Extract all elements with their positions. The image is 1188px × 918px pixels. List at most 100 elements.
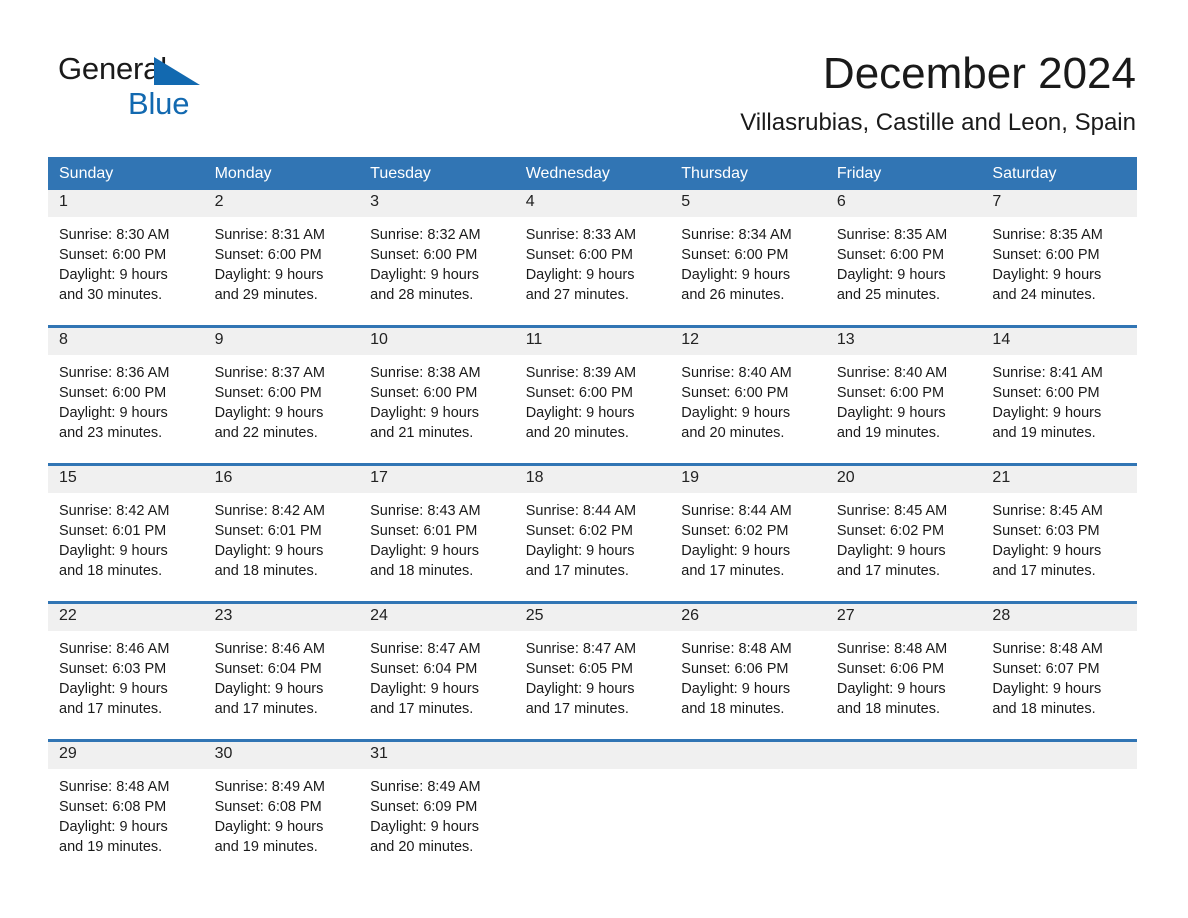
calendar-day-cell[interactable]: 9 Sunrise: 8:37 AM Sunset: 6:00 PM Daylight…: [204, 331, 360, 463]
sunrise-text: Sunrise: 8:42 AM: [59, 503, 170, 519]
sunrise-text: Sunrise: 8:40 AM: [836, 365, 948, 381]
daylight-text-line1: Daylight: 9 hours: [59, 543, 168, 559]
day-number: 31: [370, 745, 388, 762]
day-number-strip: [48, 328, 1137, 355]
daylight-text-line1: Daylight: 9 hours: [681, 681, 791, 697]
calendar-day-cell[interactable]: 28 Sunrise: 8:48 AM Sunset: 6:07 PM Dayligh…: [981, 607, 1137, 739]
calendar-day-cell[interactable]: 13 Sunrise: 8:40 AM Sunset: 6:00 PM Dayligh…: [826, 331, 982, 463]
sunrise-text: Sunrise: 8:32 AM: [370, 227, 481, 243]
day-details: Sunrise: 8:48 AM Sunset: 6:08 PM Daylight:…: [59, 769, 193, 857]
calendar-day-cell[interactable]: 4 Sunrise: 8:33 AM Sunset: 6:00 PM Daylight…: [515, 193, 671, 325]
daylight-text-line1: Daylight: 9 hours: [370, 405, 479, 421]
sunrise-text: Sunrise: 8:45 AM: [992, 503, 1103, 519]
calendar-day-cell[interactable]: 1 Sunrise: 8:30 AM Sunset: 6:00 PM Daylight…: [48, 193, 204, 325]
calendar-day-cell[interactable]: 10 Sunrise: 8:38 AM Sunset: 6:00 PM Dayligh…: [359, 331, 515, 463]
sunset-text: Sunset: 6:08 PM: [214, 799, 322, 815]
day-details: Sunrise: 8:45 AM Sunset: 6:02 PM Daylight:…: [837, 493, 971, 581]
calendar-day-cell[interactable]: 15 Sunrise: 8:42 AM Sunset: 6:01 PM Dayligh…: [48, 469, 204, 601]
calendar-day-cell[interactable]: 30 Sunrise: 8:49 AM Sunset: 6:08 PM Dayligh…: [204, 745, 360, 877]
calendar-day-cell[interactable]: 27 Sunrise: 8:48 AM Sunset: 6:06 PM Dayligh…: [826, 607, 982, 739]
calendar-day-cell[interactable]: 14 Sunrise: 8:41 AM Sunset: 6:00 PM Dayligh…: [981, 331, 1137, 463]
day-details: Sunrise: 8:46 AM Sunset: 6:04 PM Daylight:…: [215, 631, 349, 719]
sunset-text: Sunset: 6:00 PM: [525, 385, 633, 401]
calendar-day-cell[interactable]: 7 Sunrise: 8:35 AM Sunset: 6:00 PM Daylight…: [981, 193, 1137, 325]
daylight-text-line2: and 18 minutes.: [59, 563, 163, 579]
day-details: Sunrise: 8:48 AM Sunset: 6:06 PM Daylight:…: [837, 631, 971, 719]
calendar-day-cell[interactable]: 17 Sunrise: 8:43 AM Sunset: 6:01 PM Dayligh…: [359, 469, 515, 601]
calendar-day-cell[interactable]: 5 Sunrise: 8:34 AM Sunset: 6:00 PM Daylight…: [670, 193, 826, 325]
daylight-text-line1: Daylight: 9 hours: [370, 819, 479, 835]
calendar-weeks: 1 Sunrise: 8:30 AM Sunset: 6:00 PM Daylight…: [48, 190, 1137, 877]
calendar-day-cell[interactable]: 19 Sunrise: 8:44 AM Sunset: 6:02 PM Dayligh…: [670, 469, 826, 601]
calendar-day-cell[interactable]: 22 Sunrise: 8:46 AM Sunset: 6:03 PM Dayligh…: [48, 607, 204, 739]
day-number: 26: [681, 607, 700, 624]
calendar-day-cell[interactable]: 8 Sunrise: 8:36 AM Sunset: 6:00 PM Daylight…: [48, 331, 204, 463]
daylight-text-line2: and 20 minutes.: [370, 839, 474, 855]
day-details: Sunrise: 8:31 AM Sunset: 6:00 PM Daylight:…: [215, 217, 349, 305]
day-details: Sunrise: 8:38 AM Sunset: 6:00 PM Daylight:…: [370, 355, 504, 443]
day-number: 25: [525, 607, 544, 624]
sunrise-text: Sunrise: 8:36 AM: [59, 365, 170, 381]
page-header: General Blue December 2024 Villasrubias,…: [0, 0, 1188, 150]
calendar-day-cell[interactable]: 2 Sunrise: 8:31 AM Sunset: 6:00 PM Daylight…: [204, 193, 360, 325]
day-number: 4: [525, 193, 535, 210]
day-number-strip: [48, 742, 1137, 769]
calendar-day-cell[interactable]: 18 Sunrise: 8:44 AM Sunset: 6:02 PM Dayligh…: [515, 469, 671, 601]
sunrise-text: Sunrise: 8:37 AM: [214, 365, 325, 381]
calendar-page: General Blue December 2024 Villasrubias,…: [0, 0, 1188, 918]
calendar-day-cell[interactable]: 23 Sunrise: 8:46 AM Sunset: 6:04 PM Dayligh…: [204, 607, 360, 739]
daylight-text-line2: and 20 minutes.: [681, 425, 785, 441]
sunrise-text: Sunrise: 8:34 AM: [681, 227, 792, 243]
calendar-day-cell[interactable]: 20 Sunrise: 8:45 AM Sunset: 6:02 PM Dayligh…: [826, 469, 982, 601]
day-details: Sunrise: 8:30 AM Sunset: 6:00 PM Daylight:…: [59, 217, 193, 305]
day-details: Sunrise: 8:43 AM Sunset: 6:01 PM Daylight:…: [370, 493, 504, 581]
day-details: Sunrise: 8:39 AM Sunset: 6:00 PM Daylight:…: [526, 355, 660, 443]
daylight-text-line1: Daylight: 9 hours: [59, 405, 168, 421]
sunset-text: Sunset: 6:07 PM: [992, 661, 1100, 677]
sunset-text: Sunset: 6:04 PM: [214, 661, 322, 677]
day-details: Sunrise: 8:36 AM Sunset: 6:00 PM Daylight:…: [59, 355, 193, 443]
daylight-text-line2: and 18 minutes.: [214, 563, 318, 579]
calendar-day-cell[interactable]: 21 Sunrise: 8:45 AM Sunset: 6:03 PM Dayligh…: [981, 469, 1137, 601]
daylight-text-line2: and 19 minutes.: [59, 839, 163, 855]
calendar-day-cell[interactable]: 24 Sunrise: 8:47 AM Sunset: 6:04 PM Dayligh…: [359, 607, 515, 739]
sunrise-text: Sunrise: 8:40 AM: [681, 365, 792, 381]
sunrise-text: Sunrise: 8:35 AM: [836, 227, 948, 243]
sunset-text: Sunset: 6:00 PM: [525, 247, 633, 263]
logo-text-general: General: [58, 51, 167, 86]
day-details: Sunrise: 8:35 AM Sunset: 6:00 PM Daylight:…: [837, 217, 971, 305]
day-number: 11: [525, 331, 543, 348]
calendar-day-cell[interactable]: 12 Sunrise: 8:40 AM Sunset: 6:00 PM Dayligh…: [670, 331, 826, 463]
weekday-header-friday: Friday: [836, 164, 882, 182]
sunrise-text: Sunrise: 8:48 AM: [992, 641, 1103, 657]
daylight-text-line2: and 17 minutes.: [370, 701, 474, 717]
daylight-text-line1: Daylight: 9 hours: [836, 543, 946, 559]
sunset-text: Sunset: 6:00 PM: [836, 247, 945, 263]
sunset-text: Sunset: 6:01 PM: [214, 523, 322, 539]
calendar-day-cell[interactable]: 25 Sunrise: 8:47 AM Sunset: 6:05 PM Dayligh…: [515, 607, 671, 739]
calendar-grid: Sunday Monday Tuesday Wednesday Thursday…: [48, 157, 1137, 877]
daylight-text-line1: Daylight: 9 hours: [681, 405, 791, 421]
calendar-day-cell[interactable]: 11 Sunrise: 8:39 AM Sunset: 6:00 PM Dayligh…: [515, 331, 671, 463]
calendar-day-cell[interactable]: 6 Sunrise: 8:35 AM Sunset: 6:00 PM Daylight…: [826, 193, 982, 325]
calendar-day-cell[interactable]: 31 Sunrise: 8:49 AM Sunset: 6:09 PM Dayligh…: [359, 745, 515, 877]
sunrise-text: Sunrise: 8:46 AM: [214, 641, 325, 657]
calendar-day-cell[interactable]: 26 Sunrise: 8:48 AM Sunset: 6:06 PM Dayligh…: [670, 607, 826, 739]
calendar-day-cell[interactable]: 16 Sunrise: 8:42 AM Sunset: 6:01 PM Dayligh…: [204, 469, 360, 601]
sunset-text: Sunset: 6:00 PM: [214, 385, 322, 401]
day-number: 19: [681, 469, 700, 486]
weekday-header-wednesday: Wednesday: [525, 164, 610, 182]
day-number: 3: [370, 193, 380, 210]
day-number: 22: [59, 607, 77, 624]
weekday-header-sunday: Sunday: [59, 164, 114, 182]
daylight-text-line1: Daylight: 9 hours: [59, 819, 168, 835]
day-details: Sunrise: 8:33 AM Sunset: 6:00 PM Daylight:…: [526, 217, 660, 305]
daylight-text-line1: Daylight: 9 hours: [992, 267, 1102, 283]
calendar-day-cell[interactable]: 3 Sunrise: 8:32 AM Sunset: 6:00 PM Daylight…: [359, 193, 515, 325]
day-number: 15: [59, 469, 77, 486]
day-number-strip: [48, 604, 1137, 631]
daylight-text-line1: Daylight: 9 hours: [525, 405, 635, 421]
day-number: 8: [59, 331, 68, 348]
day-details: Sunrise: 8:34 AM Sunset: 6:00 PM Daylight:…: [681, 217, 815, 305]
calendar-day-cell[interactable]: 29 Sunrise: 8:48 AM Sunset: 6:08 PM Dayligh…: [48, 745, 204, 877]
